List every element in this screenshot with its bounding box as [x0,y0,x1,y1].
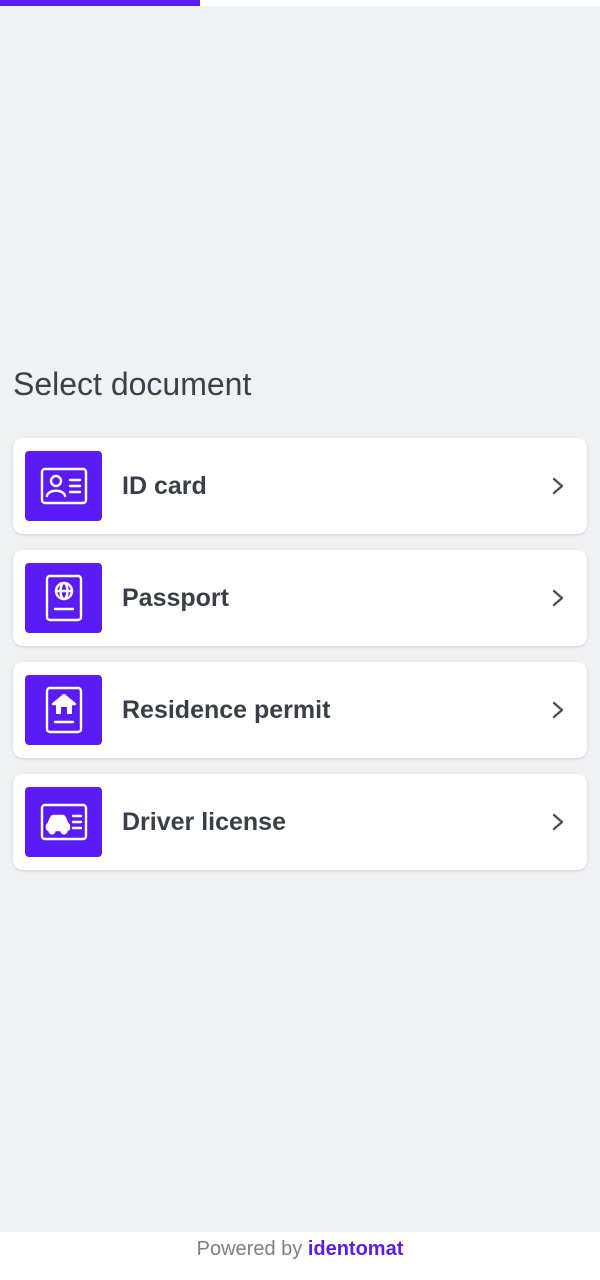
chevron-right-icon [552,813,564,831]
progress-bar-fill [0,0,200,6]
page-title: Select document [13,366,252,402]
document-label: Passport [122,584,229,612]
document-option-passport[interactable]: Passport [13,550,587,646]
document-option-residence-permit[interactable]: Residence permit [13,662,587,758]
passport-icon [25,563,102,633]
id-card-icon [25,451,102,521]
residence-permit-icon [25,675,102,745]
footer: Powered by identomat [0,1232,600,1280]
footer-prefix: Powered by [196,1238,303,1260]
footer-brand-link[interactable]: identomat [308,1238,404,1260]
document-option-id-card[interactable]: ID card [13,438,587,534]
document-label: ID card [122,472,207,500]
progress-bar [0,0,600,6]
chevron-right-icon [552,589,564,607]
document-label: Driver license [122,808,286,836]
driver-license-icon [25,787,102,857]
document-label: Residence permit [122,696,331,724]
document-list: ID card Passport Residence permit Driver… [13,438,587,886]
document-option-driver-license[interactable]: Driver license [13,774,587,870]
chevron-right-icon [552,477,564,495]
chevron-right-icon [552,701,564,719]
